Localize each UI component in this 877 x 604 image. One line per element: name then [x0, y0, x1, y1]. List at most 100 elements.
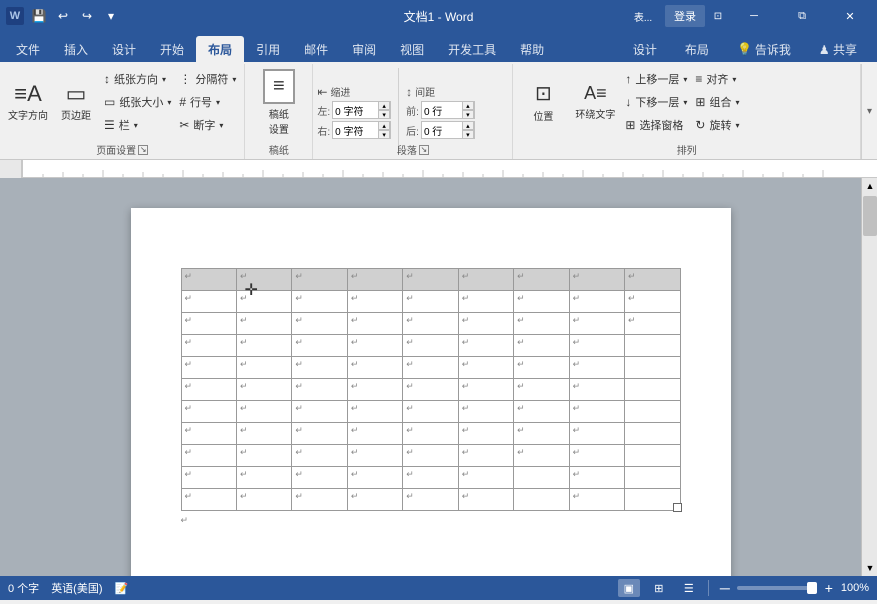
- table-cell[interactable]: ↵: [514, 269, 569, 291]
- table-cell[interactable]: ↵: [236, 335, 291, 357]
- spacing-before-input[interactable]: [422, 102, 462, 118]
- table-cell[interactable]: ↵: [403, 269, 458, 291]
- view-read-button[interactable]: ☰: [678, 579, 700, 597]
- table-cell[interactable]: [625, 335, 681, 357]
- table-cell[interactable]: ↵: [181, 489, 236, 511]
- table-cell[interactable]: ↵: [292, 357, 347, 379]
- qat-more-button[interactable]: ▾: [100, 5, 122, 27]
- table-cell[interactable]: ↵: [569, 401, 624, 423]
- table-cell[interactable]: ↵: [292, 423, 347, 445]
- table-cell[interactable]: ↵: [347, 489, 402, 511]
- table-cell[interactable]: [625, 445, 681, 467]
- align-button[interactable]: ≡ 对齐 ▾: [691, 68, 743, 90]
- table-cell[interactable]: ↵: [292, 313, 347, 335]
- table-cell[interactable]: ↵: [625, 313, 681, 335]
- margins-button[interactable]: ▭ 页边距: [52, 66, 100, 138]
- tab-file[interactable]: 文件: [4, 36, 52, 62]
- close-button[interactable]: ✕: [827, 0, 873, 32]
- spacing-before-up[interactable]: ▴: [462, 101, 474, 110]
- table-cell[interactable]: ↵: [181, 423, 236, 445]
- spacing-before-down[interactable]: ▾: [462, 110, 474, 119]
- group-button[interactable]: ⊞ 组合 ▾: [691, 91, 743, 113]
- table-cell[interactable]: ↵: [403, 467, 458, 489]
- table-cell[interactable]: ↵: [181, 379, 236, 401]
- table-cell[interactable]: ↵: [347, 423, 402, 445]
- scroll-down-button[interactable]: ▼: [862, 560, 877, 576]
- table-cell[interactable]: ↵: [181, 467, 236, 489]
- table-cell[interactable]: ↵: [458, 313, 513, 335]
- vertical-scrollbar[interactable]: ▲ ▼: [861, 178, 877, 576]
- table-cell[interactable]: ↵: [347, 335, 402, 357]
- table-cell[interactable]: ↵: [347, 445, 402, 467]
- scroll-track[interactable]: [862, 194, 877, 560]
- table-cell[interactable]: ↵: [569, 269, 624, 291]
- tab-insert[interactable]: 插入: [52, 36, 100, 62]
- table-cell[interactable]: ↵: [181, 335, 236, 357]
- table-cell[interactable]: ↵: [403, 445, 458, 467]
- bring-forward-button[interactable]: ↑ 上移一层 ▾: [621, 68, 691, 90]
- spacing-after-up[interactable]: ▴: [462, 121, 474, 130]
- minimize-button[interactable]: ─: [731, 0, 777, 32]
- table-cell[interactable]: ↵: [514, 335, 569, 357]
- table-cell[interactable]: ↵: [181, 313, 236, 335]
- table-resize-handle[interactable]: [673, 503, 682, 512]
- table-cell[interactable]: ↵: [347, 357, 402, 379]
- table-cell[interactable]: ↵: [292, 379, 347, 401]
- text-direction-button[interactable]: ≡A 文字方向: [4, 66, 52, 138]
- draft-settings-button[interactable]: ≡ 稿纸设置: [251, 66, 307, 138]
- table-cell[interactable]: ↵: [514, 291, 569, 313]
- table-cell[interactable]: ↵: [347, 379, 402, 401]
- zoom-plus-button[interactable]: +: [821, 580, 837, 596]
- table-cell[interactable]: ↵: [569, 379, 624, 401]
- orientation-button[interactable]: ↕ 纸张方向 ▾: [100, 68, 175, 90]
- tab-home[interactable]: 开始: [148, 36, 196, 62]
- table-cell[interactable]: ↵: [458, 379, 513, 401]
- paper-size-button[interactable]: ▭ 纸张大小 ▾: [100, 91, 175, 113]
- table-cell[interactable]: [625, 379, 681, 401]
- tab-references[interactable]: 引用: [244, 36, 292, 62]
- position-button[interactable]: ⊡ 位置: [517, 66, 569, 138]
- table-cell[interactable]: ↵: [292, 269, 347, 291]
- table-cell[interactable]: ↵: [569, 291, 624, 313]
- table-cell[interactable]: ↵: [403, 489, 458, 511]
- table-cell[interactable]: ↵: [403, 423, 458, 445]
- table-cell[interactable]: ↵: [458, 489, 513, 511]
- table-cell[interactable]: ↵: [569, 313, 624, 335]
- indent-right-up[interactable]: ▴: [378, 121, 390, 130]
- table-cell[interactable]: [625, 401, 681, 423]
- table-cell[interactable]: ↵: [236, 467, 291, 489]
- account-button[interactable]: 登录: [665, 5, 705, 27]
- table-cell[interactable]: ↵: [458, 291, 513, 313]
- paragraph-expand[interactable]: ↘: [419, 145, 429, 155]
- indent-right-input[interactable]: [333, 122, 378, 138]
- table-cell[interactable]: ↵: [514, 313, 569, 335]
- tab-table-design[interactable]: 设计: [621, 36, 669, 62]
- table-cell[interactable]: ↵: [347, 291, 402, 313]
- table-cell[interactable]: ↵: [181, 445, 236, 467]
- ribbon-display-button[interactable]: 表...: [623, 5, 663, 27]
- indent-right-down[interactable]: ▾: [378, 130, 390, 139]
- spacing-after-down[interactable]: ▾: [462, 130, 474, 139]
- tab-help[interactable]: 帮助: [508, 36, 556, 62]
- table-cell[interactable]: [625, 357, 681, 379]
- table-cell[interactable]: ↵: [514, 445, 569, 467]
- table-cell[interactable]: [514, 489, 569, 511]
- indent-left-input[interactable]: [333, 102, 378, 118]
- table-cell[interactable]: ↵: [347, 269, 402, 291]
- table-cell[interactable]: ↵: [292, 489, 347, 511]
- table-cell[interactable]: ↵: [403, 401, 458, 423]
- table-cell[interactable]: ↵: [236, 313, 291, 335]
- tab-table-layout[interactable]: 布局: [673, 36, 721, 62]
- table-cell[interactable]: ↵: [236, 357, 291, 379]
- selection-pane-button[interactable]: ⊞ 选择窗格: [621, 114, 691, 136]
- table-cell[interactable]: ↵: [236, 401, 291, 423]
- rotate-button[interactable]: ↻ 旋转 ▾: [691, 114, 743, 136]
- tab-design[interactable]: 设计: [100, 36, 148, 62]
- breaks-button[interactable]: ⋮ 分隔符 ▾: [175, 68, 240, 90]
- spacing-after-input[interactable]: [422, 122, 462, 138]
- doc-area[interactable]: ⊕ ✛ ↵ ↵ ↵ ↵ ↵ ↵: [0, 178, 861, 576]
- table-cell[interactable]: ↵: [458, 423, 513, 445]
- page-setup-expand[interactable]: ↘: [138, 145, 148, 155]
- table-cell[interactable]: ↵: [403, 335, 458, 357]
- table-cell[interactable]: ↵: [514, 379, 569, 401]
